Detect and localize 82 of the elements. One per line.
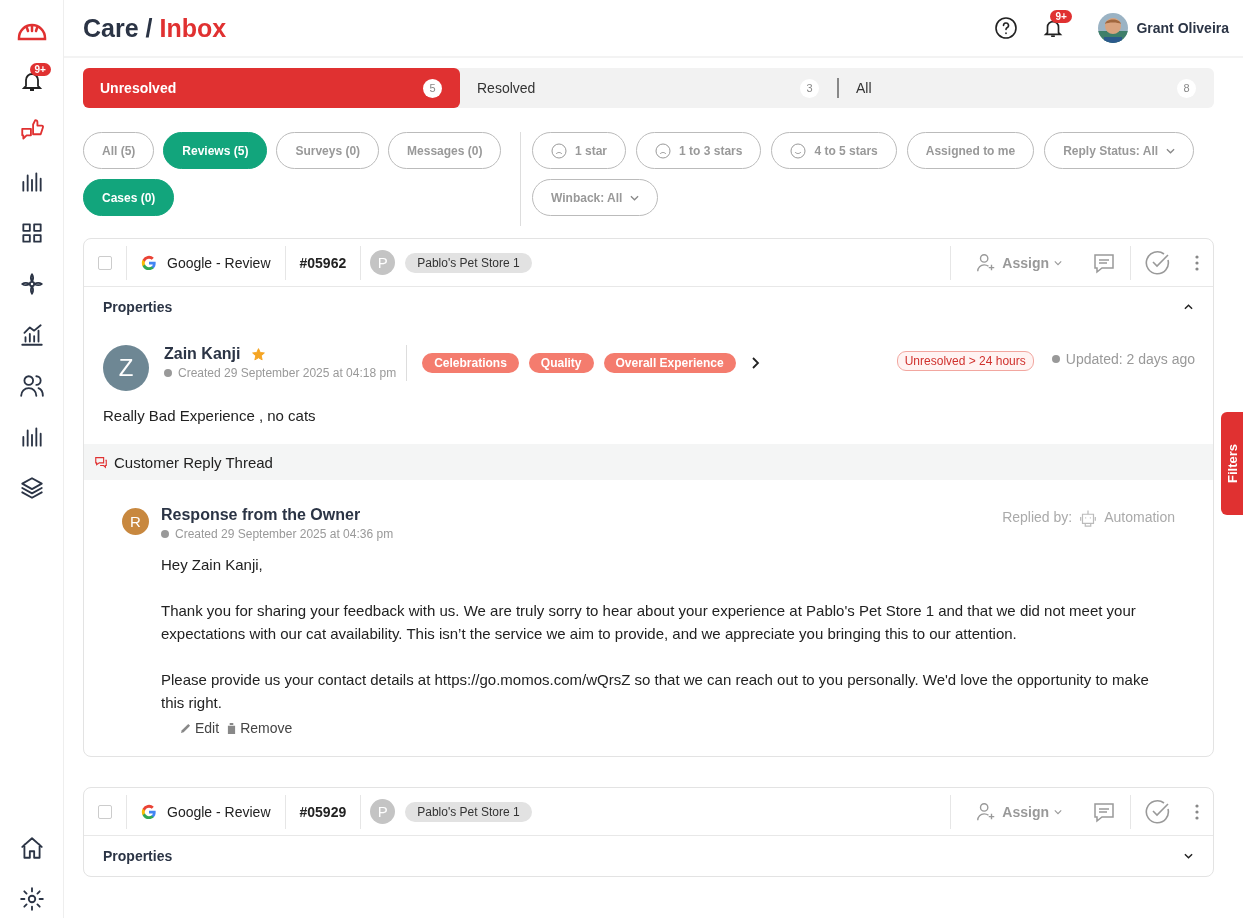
breadcrumb-separator: / xyxy=(145,13,153,42)
category-tag: Quality xyxy=(528,353,594,373)
review-number: #05962 xyxy=(299,254,347,271)
notification-badge: 9+ xyxy=(29,63,51,76)
notification-badge: 9+ xyxy=(1050,10,1072,23)
assign-button[interactable]: Assign xyxy=(965,251,1068,274)
review-number: #05929 xyxy=(299,803,347,820)
edit-button[interactable]: Edit xyxy=(180,720,220,736)
user-name[interactable]: Grant Oliveira xyxy=(1136,20,1229,36)
tab-count: 3 xyxy=(800,78,819,98)
reply-paragraph: Thank you for sharing your feedback with us. We are truly sorry to hear about your experience at Pablo's Pet Store 1 and that we did not meet your expectations with our cat availability. This isn’t the service we aim to provide, and we appreciate you bringing this to our attention. xyxy=(161,601,1137,644)
chevron-right-icon[interactable] xyxy=(751,357,760,369)
review-source: Google - Review xyxy=(167,254,271,271)
author-avatar: Z xyxy=(103,345,149,391)
chevron-down-icon xyxy=(1166,147,1176,154)
tab-count: 8 xyxy=(1177,78,1196,98)
type-filter-chip[interactable]: Messages (0) xyxy=(388,132,502,169)
checkbox[interactable] xyxy=(98,255,112,270)
chevron-down-icon xyxy=(1054,808,1062,815)
google-logo-icon xyxy=(141,254,157,271)
google-logo-icon xyxy=(141,803,157,820)
tab-count: 5 xyxy=(423,78,442,98)
flower-icon[interactable] xyxy=(18,271,45,297)
review-text: Really Bad Experience , no cats xyxy=(103,407,317,424)
chevron-down-icon xyxy=(1054,259,1062,266)
store-tag: Pablo's Pet Store 1 xyxy=(405,252,532,273)
chevron-down-icon xyxy=(630,194,640,201)
type-filter-chip[interactable]: Reviews (5) xyxy=(163,132,268,169)
remove-button[interactable]: Remove xyxy=(227,720,293,736)
store-avatar: P xyxy=(370,799,396,824)
reply-paragraph: Please provide us your contact details at https://go.momos.com/wQrsZ so that we can reach out to you personally. We'd love the opportunity to make this right. xyxy=(161,670,1150,713)
sad-face-icon xyxy=(655,142,672,159)
section-title: Properties xyxy=(103,299,173,315)
users-icon[interactable] xyxy=(18,373,45,399)
home-icon[interactable] xyxy=(18,835,45,861)
filter-dropdown[interactable]: Winback: All xyxy=(532,179,659,216)
type-filter-chip[interactable]: Cases (0) xyxy=(83,179,175,216)
checkbox[interactable] xyxy=(98,804,112,819)
status-tab[interactable]: Resolved 3 xyxy=(460,68,837,108)
more-options-icon[interactable] xyxy=(1195,254,1199,271)
category-tag: Celebrations xyxy=(422,353,519,373)
category-tag: Overall Experience xyxy=(603,353,736,373)
thread-title: Customer Reply Thread xyxy=(114,453,273,471)
filter-chip[interactable]: 1 to 3 stars xyxy=(636,132,762,169)
trash-icon xyxy=(227,722,237,734)
filter-dropdown[interactable]: Reply Status: All xyxy=(1044,132,1195,169)
store-tag: Pablo's Pet Store 1 xyxy=(405,801,532,822)
author-name: Zain Kanji xyxy=(164,345,241,363)
filter-chip[interactable]: Assigned to me xyxy=(906,132,1035,169)
chevron-icon[interactable] xyxy=(1184,304,1193,310)
layers-icon[interactable] xyxy=(18,475,45,501)
star-icon[interactable] xyxy=(252,347,266,361)
chevron-icon[interactable] xyxy=(1184,853,1193,859)
created-date: Created 29 September 2025 at 04:36 pm xyxy=(175,527,394,541)
filter-chip[interactable]: 4 to 5 stars xyxy=(771,132,897,169)
replied-by-name: Automation xyxy=(1104,509,1175,525)
help-icon[interactable] xyxy=(994,16,1019,40)
status-tab[interactable]: All 8 xyxy=(839,68,1214,108)
status-tab[interactable]: Unresolved 5 xyxy=(83,68,460,108)
updated-time: Updated: 2 days ago xyxy=(1065,351,1195,367)
filter-chip[interactable]: 1 star xyxy=(532,132,627,169)
pencil-icon xyxy=(180,722,191,734)
reply-avatar: R xyxy=(122,508,149,535)
section-title: Properties xyxy=(103,848,173,864)
reply-title: Response from the Owner xyxy=(161,506,362,524)
smiley-icon xyxy=(790,142,807,159)
review-source: Google - Review xyxy=(167,803,271,820)
breadcrumb-link[interactable]: Care xyxy=(83,13,139,42)
filters-tab[interactable]: Filters xyxy=(1221,412,1243,515)
more-options-icon[interactable] xyxy=(1195,803,1199,820)
page-title: Inbox xyxy=(159,13,227,42)
growth-chart-icon[interactable] xyxy=(18,322,45,348)
store-avatar: P xyxy=(370,250,396,275)
chat-icon xyxy=(94,455,108,469)
type-filter-chip[interactable]: All (5) xyxy=(83,132,155,169)
replied-by-label: Replied by: xyxy=(1002,509,1073,525)
created-date: Created 29 September 2025 at 04:18 pm xyxy=(178,366,397,380)
reply-paragraph: Hey Zain Kanji, xyxy=(161,555,264,575)
sad-face-icon xyxy=(551,142,567,159)
type-filter-chip[interactable]: Surveys (0) xyxy=(276,132,380,169)
assign-button[interactable]: Assign xyxy=(965,800,1068,823)
status-badge: Unresolved > 24 hours xyxy=(896,351,1034,371)
